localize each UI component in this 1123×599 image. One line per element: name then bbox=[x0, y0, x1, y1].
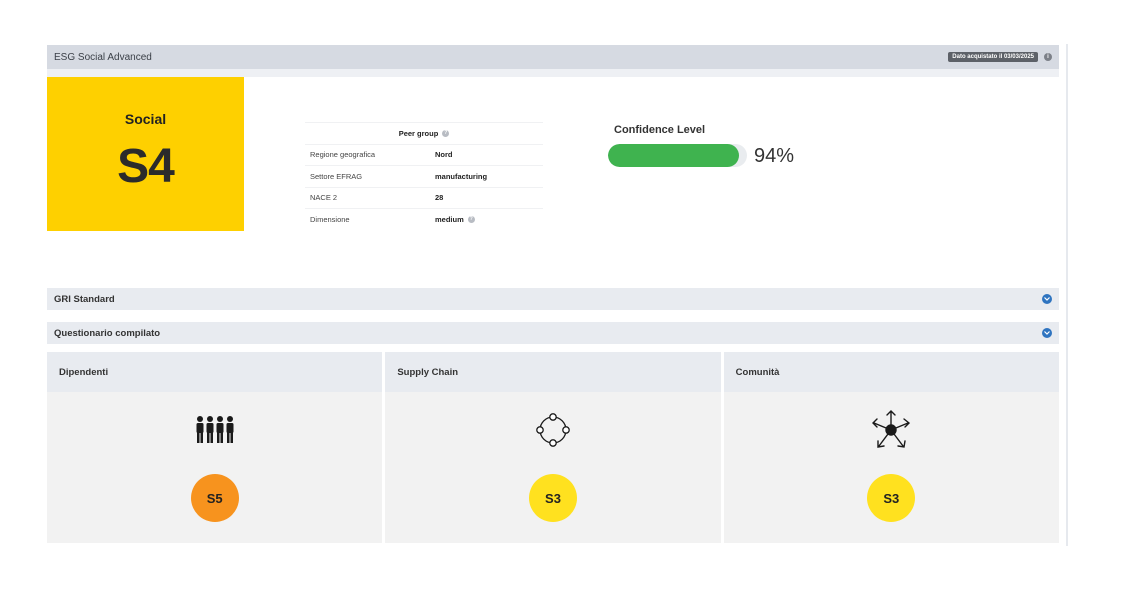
supply-chain-cycle-icon bbox=[531, 410, 575, 450]
card-title: Supply Chain bbox=[385, 352, 721, 392]
card-supply-chain: Supply Chain S3 bbox=[385, 352, 721, 543]
questionario-accordion[interactable]: Questionario compilato bbox=[47, 322, 1059, 344]
header-underband bbox=[47, 69, 1059, 77]
card-dipendenti: Dipendenti S5 bbox=[47, 352, 383, 543]
card-title: Comunità bbox=[723, 352, 1059, 392]
peer-group-title: Peer group bbox=[398, 128, 439, 138]
confidence-progress-fill bbox=[608, 144, 739, 167]
table-row: Dimensione medium? bbox=[305, 208, 543, 230]
table-row: Settore EFRAG manufacturing bbox=[305, 165, 543, 187]
confidence-title: Confidence Level bbox=[614, 124, 706, 136]
score-value: S4 bbox=[117, 140, 175, 193]
table-row: Regione geografica Nord bbox=[305, 143, 543, 166]
row-value: manufacturing bbox=[435, 171, 488, 181]
row-key: NACE 2 bbox=[310, 193, 338, 203]
accordion-label: GRI Standard bbox=[54, 293, 115, 305]
header-right: Dato acquistato il 03/03/2025 i bbox=[948, 52, 1052, 62]
row-value: Nord bbox=[435, 150, 453, 160]
section-title: ESG Social Advanced bbox=[54, 51, 152, 63]
purchase-date-badge: Dato acquistato il 03/03/2025 bbox=[948, 52, 1038, 62]
category-cards: Dipendenti S5 Supply Chain S3 Comunità S… bbox=[47, 352, 1059, 543]
table-row: NACE 2 28 bbox=[305, 186, 543, 209]
people-group-icon bbox=[193, 410, 237, 450]
row-key: Regione geografica bbox=[310, 150, 376, 160]
row-value: 28 bbox=[435, 193, 444, 203]
help-icon[interactable]: ? bbox=[442, 129, 450, 137]
peer-group-table: Peer group ? Regione geografica Nord Set… bbox=[305, 122, 543, 230]
accordion-label: Questionario compilato bbox=[54, 327, 161, 339]
help-icon[interactable]: ? bbox=[467, 215, 475, 223]
row-key: Dimensione bbox=[310, 214, 350, 224]
row-key: Settore EFRAG bbox=[310, 171, 363, 181]
score-badge: S3 bbox=[867, 474, 916, 522]
page: ESG Social Advanced Dato acquistato il 0… bbox=[0, 0, 1123, 599]
social-score-box: Social S4 bbox=[47, 77, 244, 231]
community-hands-icon bbox=[869, 410, 913, 450]
info-icon[interactable]: i bbox=[1044, 53, 1052, 61]
chevron-down-icon[interactable] bbox=[1042, 294, 1052, 304]
card-comunita: Comunità S3 bbox=[723, 352, 1059, 543]
confidence-progress-bar bbox=[608, 144, 747, 167]
scroll-divider bbox=[1066, 44, 1068, 546]
section-header: ESG Social Advanced Dato acquistato il 0… bbox=[47, 45, 1059, 69]
score-badge: S5 bbox=[190, 474, 239, 522]
row-value: medium? bbox=[435, 214, 475, 224]
gri-standard-accordion[interactable]: GRI Standard bbox=[47, 288, 1059, 310]
peer-group-header: Peer group ? bbox=[305, 122, 543, 144]
confidence-percent: 94% bbox=[754, 145, 795, 167]
chevron-down-icon[interactable] bbox=[1042, 328, 1052, 338]
score-label: Social bbox=[124, 111, 167, 127]
score-badge: S3 bbox=[528, 474, 577, 522]
card-title: Dipendenti bbox=[47, 352, 383, 392]
